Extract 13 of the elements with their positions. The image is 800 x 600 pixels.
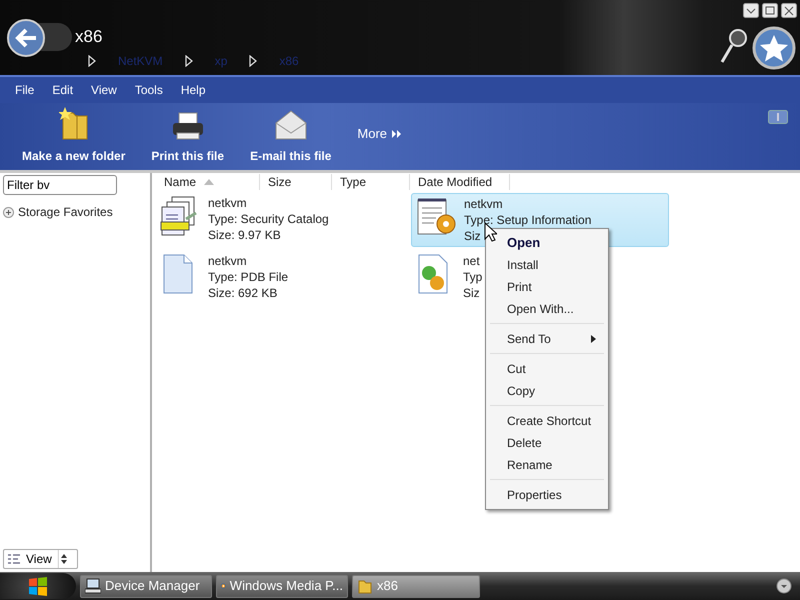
file-name: netkvm xyxy=(208,195,247,211)
file-size: Size: 692 KB xyxy=(208,285,278,301)
file-size: Siz xyxy=(463,285,480,301)
file-size: Siz xyxy=(464,228,481,244)
file-type: Type: Setup Information xyxy=(464,212,592,228)
window-title: x86 xyxy=(75,26,102,48)
file-name: netkvm xyxy=(464,196,503,212)
file-type: Type: PDB File xyxy=(208,269,288,285)
file-type: Typ xyxy=(463,269,482,285)
file-type: Type: Security Catalog xyxy=(208,211,329,227)
file-name: net xyxy=(463,253,480,269)
file-size: Size: 9.97 KB xyxy=(208,227,281,243)
file-name: netkvm xyxy=(208,253,247,269)
